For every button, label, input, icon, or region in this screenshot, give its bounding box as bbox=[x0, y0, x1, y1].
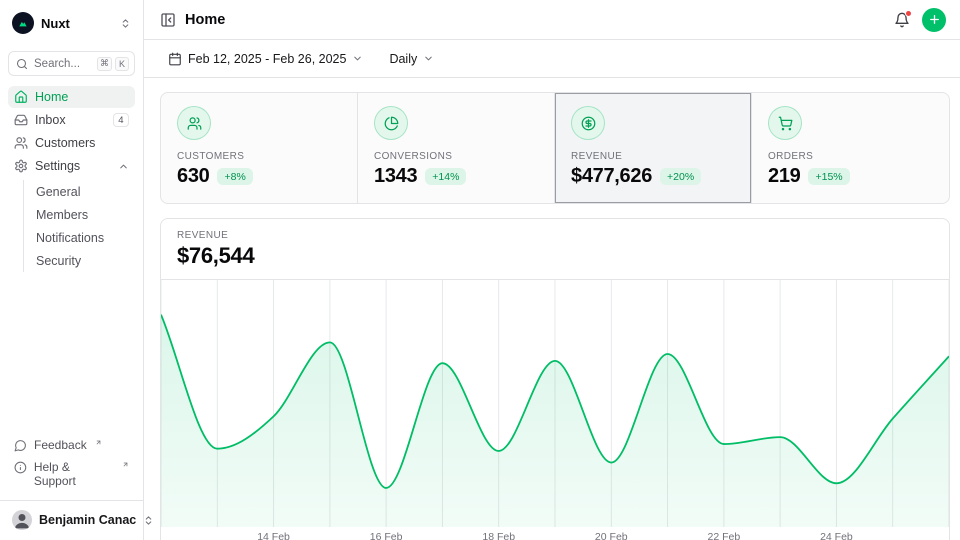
info-circle-icon bbox=[14, 461, 27, 474]
message-circle-icon bbox=[14, 439, 27, 452]
sidebar-item-general[interactable]: General bbox=[28, 180, 135, 203]
stat-delta-badge: +14% bbox=[425, 168, 466, 185]
stat-value: $477,626 bbox=[571, 165, 652, 188]
date-range-picker[interactable]: Feb 12, 2025 - Feb 26, 2025 bbox=[160, 47, 371, 71]
user-name: Benjamin Canac bbox=[39, 513, 136, 527]
workspace-switcher[interactable]: Nuxt bbox=[8, 9, 135, 37]
plus-icon bbox=[928, 13, 941, 26]
kbd-k: K bbox=[115, 57, 129, 71]
stat-value: 219 bbox=[768, 165, 800, 188]
stat-card-revenue[interactable]: Revenue $477,626 +20% bbox=[555, 93, 752, 203]
x-tick-label: 16 Feb bbox=[370, 531, 403, 540]
x-tick-label: 20 Feb bbox=[595, 531, 628, 540]
chevron-up-icon bbox=[118, 161, 129, 172]
inbox-icon bbox=[14, 113, 28, 127]
chevron-down-icon bbox=[423, 53, 434, 64]
stat-value: 630 bbox=[177, 165, 209, 188]
revenue-area-chart[interactable] bbox=[161, 280, 949, 527]
workspace-name: Nuxt bbox=[41, 16, 113, 31]
shopping-cart-icon bbox=[768, 106, 802, 140]
sidebar-item-label: Customers bbox=[35, 136, 129, 150]
external-link-icon bbox=[95, 438, 102, 446]
stat-card-orders[interactable]: Orders 219 +15% bbox=[752, 93, 949, 203]
search-placeholder: Search... bbox=[34, 58, 91, 70]
revenue-chart-card: Revenue $76,544 14 Feb 16 Feb 18 Feb 20 Feb… bbox=[160, 218, 950, 540]
page-title: Home bbox=[185, 12, 225, 28]
stat-label: Orders bbox=[768, 151, 933, 162]
sidebar: Nuxt Search... ⌘K Home Inbox 4 bbox=[0, 0, 144, 540]
stat-label: Conversions bbox=[374, 151, 538, 162]
sidebar-item-label: Home bbox=[35, 90, 129, 104]
feedback-label: Feedback bbox=[34, 438, 87, 452]
sidebar-item-security[interactable]: Security bbox=[28, 249, 135, 272]
chevrons-up-down-icon bbox=[120, 18, 131, 29]
chart-x-axis: 14 Feb 16 Feb 18 Feb 20 Feb 22 Feb 24 Feb bbox=[161, 527, 949, 540]
avatar bbox=[12, 510, 32, 530]
chart-total-value: $76,544 bbox=[177, 243, 933, 269]
sidebar-item-settings[interactable]: Settings bbox=[8, 155, 135, 177]
sidebar-item-customers[interactable]: Customers bbox=[8, 132, 135, 154]
users-icon bbox=[14, 136, 28, 150]
sidebar-item-home[interactable]: Home bbox=[8, 86, 135, 108]
search-icon bbox=[16, 58, 28, 70]
chart-pie-icon bbox=[374, 106, 408, 140]
page-header: Home bbox=[144, 0, 960, 40]
search-input[interactable]: Search... ⌘K bbox=[8, 51, 135, 76]
gear-icon bbox=[14, 159, 28, 173]
stat-delta-badge: +15% bbox=[808, 168, 849, 185]
sidebar-item-label: Settings bbox=[35, 159, 111, 173]
main-area: Home Feb 12, 2025 - Feb 26, 2025 Daily bbox=[144, 0, 960, 540]
search-shortcut: ⌘K bbox=[97, 57, 129, 71]
x-tick-label: 22 Feb bbox=[707, 531, 740, 540]
stat-label: Revenue bbox=[571, 151, 735, 162]
sidebar-collapse-icon[interactable] bbox=[160, 12, 176, 28]
chevron-down-icon bbox=[352, 53, 363, 64]
settings-subnav: General Members Notifications Security bbox=[23, 180, 135, 272]
stat-delta-badge: +20% bbox=[660, 168, 701, 185]
chart-header: Revenue $76,544 bbox=[161, 219, 949, 280]
period-label: Daily bbox=[389, 52, 417, 66]
kbd-meta: ⌘ bbox=[97, 57, 112, 71]
sidebar-item-label: Inbox bbox=[35, 113, 106, 127]
sidebar-item-members[interactable]: Members bbox=[28, 203, 135, 226]
sidebar-divider bbox=[0, 500, 143, 501]
filter-toolbar: Feb 12, 2025 - Feb 26, 2025 Daily bbox=[144, 40, 960, 78]
chart-label: Revenue bbox=[177, 230, 933, 241]
stat-card-conversions[interactable]: Conversions 1343 +14% bbox=[358, 93, 555, 203]
stat-label: Customers bbox=[177, 151, 341, 162]
add-button[interactable] bbox=[922, 8, 946, 32]
page-content: Customers 630 +8% Conversions 1343 +14% bbox=[144, 78, 960, 540]
help-support-label: Help & Support bbox=[34, 460, 114, 488]
feedback-link[interactable]: Feedback bbox=[8, 434, 135, 456]
stat-card-customers[interactable]: Customers 630 +8% bbox=[161, 93, 358, 203]
sidebar-item-notifications[interactable]: Notifications bbox=[28, 226, 135, 249]
stats-row: Customers 630 +8% Conversions 1343 +14% bbox=[160, 92, 950, 204]
x-tick-label: 14 Feb bbox=[257, 531, 290, 540]
notifications-button[interactable] bbox=[894, 12, 910, 28]
sidebar-spacer bbox=[8, 272, 135, 434]
x-tick-label: 18 Feb bbox=[482, 531, 515, 540]
inbox-count-badge: 4 bbox=[113, 113, 129, 127]
user-menu[interactable]: Benjamin Canac bbox=[8, 508, 135, 532]
home-icon bbox=[14, 90, 28, 104]
notification-dot bbox=[905, 10, 912, 17]
users-icon bbox=[177, 106, 211, 140]
x-tick-label: 24 Feb bbox=[820, 531, 853, 540]
external-link-icon bbox=[122, 460, 129, 468]
sidebar-item-inbox[interactable]: Inbox 4 bbox=[8, 109, 135, 131]
app-root: Nuxt Search... ⌘K Home Inbox 4 bbox=[0, 0, 960, 540]
circle-dollar-icon bbox=[571, 106, 605, 140]
sidebar-nav: Home Inbox 4 Customers Settings General … bbox=[8, 86, 135, 272]
period-select[interactable]: Daily bbox=[381, 47, 442, 71]
calendar-icon bbox=[168, 52, 182, 66]
nuxt-logo-icon bbox=[12, 12, 34, 34]
help-support-link[interactable]: Help & Support bbox=[8, 456, 135, 492]
date-range-label: Feb 12, 2025 - Feb 26, 2025 bbox=[188, 52, 346, 66]
stat-value: 1343 bbox=[374, 165, 417, 188]
stat-delta-badge: +8% bbox=[217, 168, 252, 185]
